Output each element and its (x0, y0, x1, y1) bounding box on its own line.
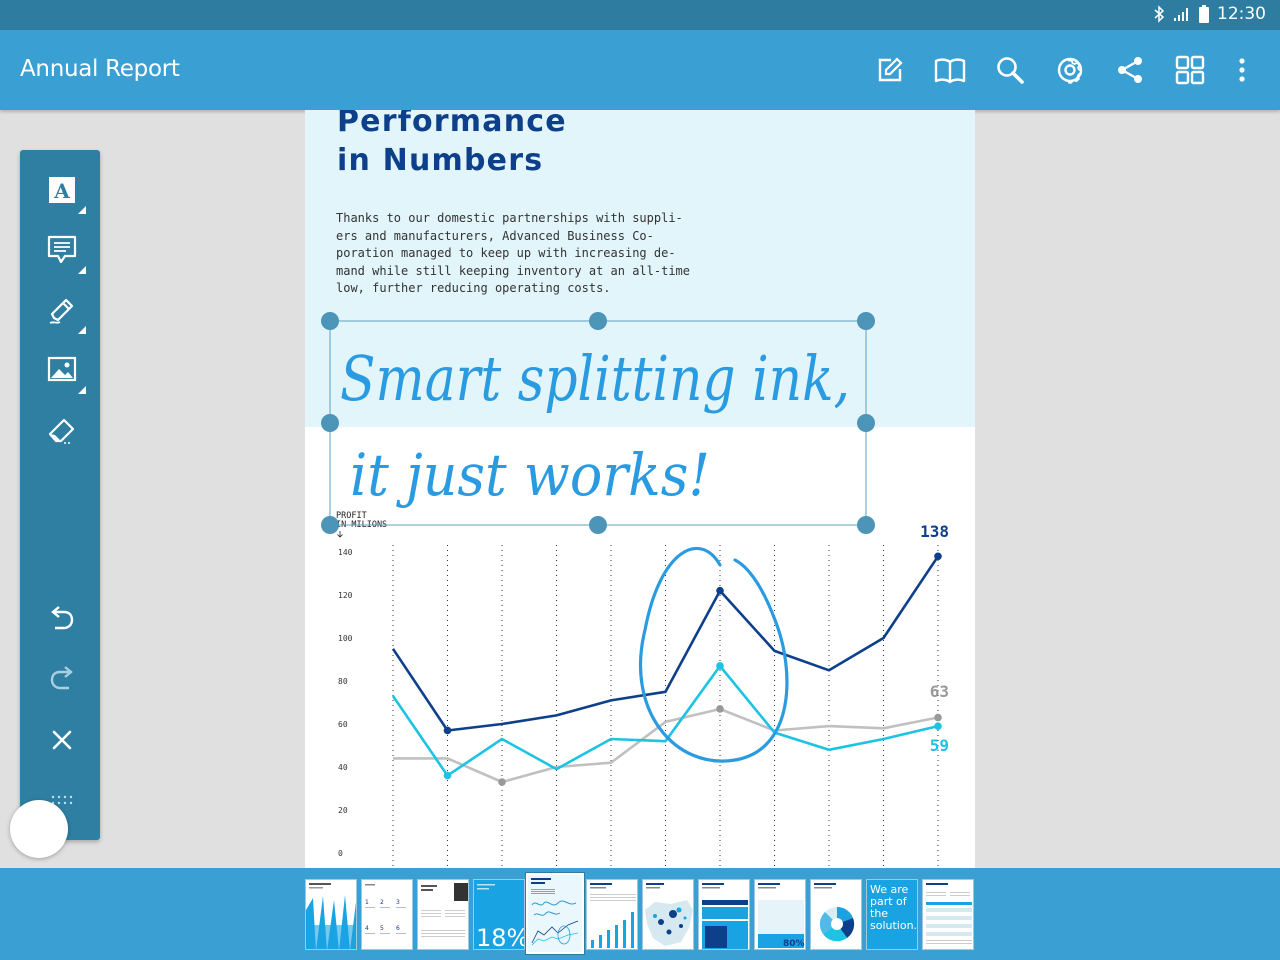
series-1-marker-2 (443, 726, 452, 735)
page-thumbnail-11[interactable]: We are part of the solution. (866, 879, 918, 950)
svg-text:3: 3 (396, 899, 400, 906)
page-thumbnail-strip: 1 2 3 4 5 6 18% 80% We are part of the soluti… (0, 868, 1280, 960)
y-tick-60: 60 (338, 720, 348, 729)
svg-text:A: A (53, 179, 70, 203)
redo-icon[interactable] (40, 658, 84, 702)
signal-icon (1173, 6, 1191, 22)
series-1-end-label: 138 (920, 522, 949, 541)
search-icon[interactable] (990, 50, 1030, 90)
series-1-line (391, 555, 940, 732)
handwriting-line-1: Smart splitting ink, (340, 342, 850, 415)
page-thumbnail-4[interactable]: 18% (473, 879, 525, 950)
y-axis-ticks: 0 20 40 60 80 100 120 140 (338, 548, 353, 858)
undo-icon[interactable] (40, 598, 84, 642)
y-tick-20: 20 (338, 806, 348, 815)
series-3-marker-11 (934, 722, 942, 730)
series-3-end-label: 59 (930, 736, 949, 755)
y-tick-0: 0 (338, 849, 343, 858)
y-tick-140: 140 (338, 548, 353, 557)
svg-text:5: 5 (380, 925, 384, 932)
chart-series (391, 552, 942, 786)
text-tool-expand-indicator (78, 206, 86, 214)
bluetooth-icon (1153, 5, 1165, 23)
svg-text:1: 1 (365, 899, 369, 906)
eraser-tool-icon[interactable] (40, 408, 84, 452)
series-1-marker-11 (934, 552, 942, 561)
series-2-marker-7 (716, 705, 724, 713)
page-thumbnail-8[interactable] (698, 879, 750, 950)
pen-tool-expand-indicator (78, 326, 86, 334)
y-tick-100: 100 (338, 634, 353, 643)
y-axis-label: PROFIT IN MILIONS (336, 511, 387, 530)
svg-text:6: 6 (396, 925, 400, 932)
page-thumbnail-3[interactable] (417, 879, 469, 950)
app-bar: Annual Report (0, 30, 1280, 110)
annotation-toolbar: A (20, 150, 100, 840)
grid-icon[interactable] (1170, 50, 1210, 90)
comment-tool-expand-indicator (78, 266, 86, 274)
y-tick-40: 40 (338, 763, 348, 772)
document-title: Annual Report (20, 56, 180, 82)
battery-icon (1199, 5, 1209, 23)
clock-time: 12:30 (1217, 4, 1266, 24)
y-axis-arrow-icon (337, 531, 343, 538)
chart-gridlines (392, 545, 939, 868)
page-thumbnail-2[interactable]: 1 2 3 4 5 6 (361, 879, 413, 950)
ink-circle-stroke (638, 546, 789, 763)
series-2-end-label: 63 (930, 682, 949, 701)
document-page[interactable]: Performance in Numbers Thanks to our dom… (305, 110, 975, 868)
page-thumbnail-7[interactable] (642, 879, 694, 950)
edit-icon[interactable] (870, 50, 910, 90)
page-thumbnail-12[interactable] (922, 879, 974, 950)
close-icon[interactable] (40, 718, 84, 762)
book-icon[interactable] (930, 50, 970, 90)
page-thumbnail-9[interactable]: 80% (754, 879, 806, 950)
share-icon[interactable] (1110, 50, 1150, 90)
profit-line-chart: 0 20 40 60 80 100 120 140 PROFIT IN MILIONS 138 6… (321, 312, 949, 868)
floating-action-button[interactable] (10, 800, 68, 858)
gear-icon[interactable] (1050, 50, 1090, 90)
svg-text:4: 4 (365, 925, 369, 932)
thumbnail-11-label: We are part of the solution. (870, 883, 918, 932)
page-thumbnail-10[interactable] (810, 879, 862, 950)
image-tool-expand-indicator (78, 386, 86, 394)
series-1-marker-7 (716, 586, 724, 595)
thumbnail-9-label: 80% (783, 939, 805, 949)
thumbnail-4-label: 18% (476, 924, 525, 950)
series-3-marker-7 (716, 662, 724, 670)
page-thumbnail-1[interactable] (305, 879, 357, 950)
svg-text:2: 2 (380, 899, 384, 906)
y-tick-80: 80 (338, 677, 348, 686)
series-2-marker-11 (934, 713, 942, 722)
series-3-marker-2 (443, 771, 452, 780)
more-vert-icon[interactable] (1222, 50, 1262, 90)
status-bar: 12:30 (0, 0, 1280, 30)
page-thumbnail-5-selected[interactable] (526, 873, 584, 954)
y-tick-120: 120 (338, 591, 353, 600)
handwriting-line-2: it just works! (350, 441, 710, 509)
series-2-marker-3 (498, 778, 506, 786)
page-thumbnail-6[interactable] (586, 879, 638, 950)
